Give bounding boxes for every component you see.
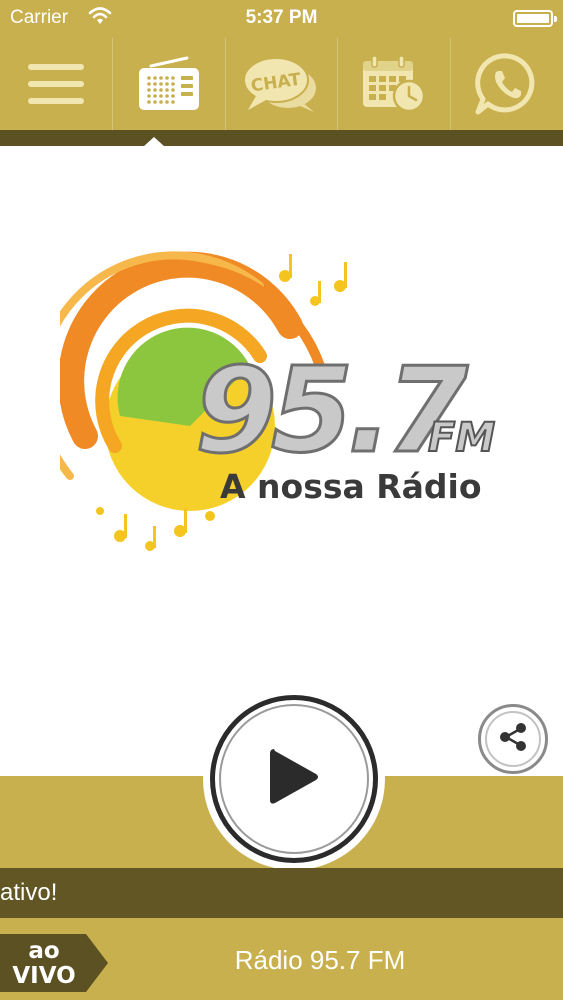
hamburger-menu-icon [27,62,84,106]
battery-icon [513,10,557,27]
ao-vivo-line1: ao [28,938,59,964]
ao-vivo-line2: VIVO [12,963,75,989]
share-button[interactable] [478,704,548,774]
clock: 5:37 PM [245,7,318,28]
nav-whatsapp[interactable] [451,38,563,130]
logo-slogan: A nossa Rádio [220,467,482,506]
chat-bubble-icon: CHAT [242,54,320,114]
nav-menu[interactable] [0,38,113,130]
radio-icon [137,56,201,112]
nav-chat[interactable]: CHAT [226,38,339,130]
top-nav: CHAT [0,38,563,130]
news-ticker: ativo! [0,868,563,918]
calendar-clock-icon [361,55,427,113]
play-button[interactable] [210,695,378,863]
nav-radio[interactable] [113,38,226,130]
station-logo: 95.7 FM A nossa Rádio [60,251,496,551]
status-bar: Carrier 5:37 PM [0,0,563,38]
whatsapp-icon [474,52,540,116]
logo-fm: FM [428,415,495,461]
ticker-text: ativo! [0,879,58,906]
station-name: Rádio 95.7 FM [234,945,406,975]
station-logo-area: 95.7 FM A nossa Rádio [0,146,563,776]
nav-underline-strip [0,130,563,146]
ao-vivo-badge: ao VIVO [0,934,108,992]
nav-schedule[interactable] [338,38,452,130]
